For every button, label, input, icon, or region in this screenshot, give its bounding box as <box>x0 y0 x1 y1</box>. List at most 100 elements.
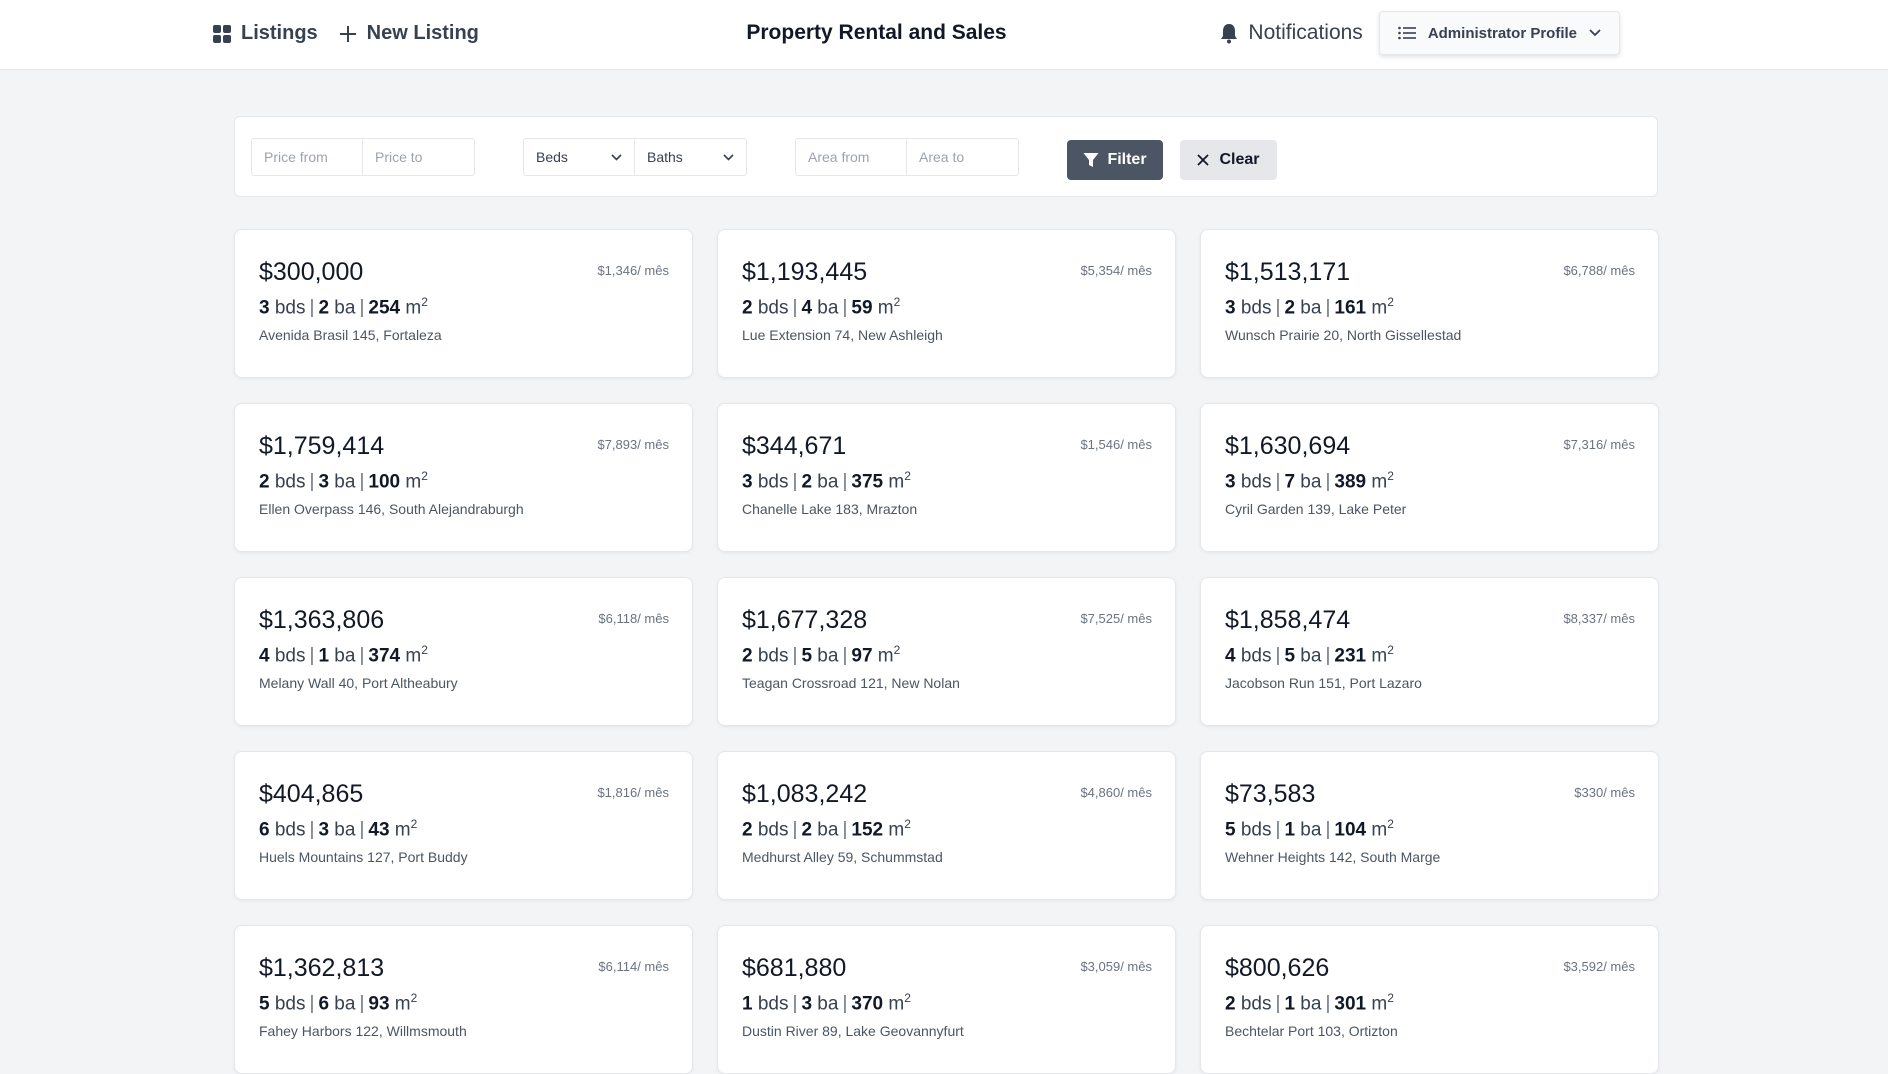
area-unit: m <box>888 993 905 1015</box>
separator: | <box>309 819 315 841</box>
area-value: 370 <box>851 993 884 1015</box>
baths-unit: ba <box>817 993 839 1015</box>
baths-select[interactable]: Baths <box>635 138 747 176</box>
per-month-label: / mês <box>1120 959 1152 974</box>
separator: | <box>1275 993 1281 1015</box>
listing-card[interactable]: $1,858,474 $8,337/ mês 4 bds | 5 ba | 231 m2 Ja… <box>1200 577 1659 726</box>
separator: | <box>1275 297 1281 319</box>
notifications-link[interactable]: Notifications <box>1220 21 1363 45</box>
beds-select[interactable]: Beds <box>523 138 635 176</box>
beds-unit: bds <box>757 993 789 1015</box>
per-month-label: / mês <box>637 437 669 452</box>
area-unit-exponent: 2 <box>410 991 418 1005</box>
separator: | <box>792 645 798 667</box>
listing-monthly-price: $7,316/ mês <box>1563 437 1635 452</box>
baths-unit: ba <box>1300 471 1322 493</box>
filter-button[interactable]: Filter <box>1067 140 1163 180</box>
listing-card[interactable]: $1,630,694 $7,316/ mês 3 bds | 7 ba | 389 m2 Cy… <box>1200 403 1659 552</box>
area-unit-exponent: 2 <box>421 295 428 309</box>
monthly-amount: $6,114 <box>598 959 638 974</box>
area-unit: m <box>1371 297 1388 319</box>
listing-card[interactable]: $681,880 $3,059/ mês 1 bds | 3 ba | 370 m2 Dust… <box>717 925 1176 1074</box>
area-unit: m <box>1371 645 1388 667</box>
beds-count: 3 <box>259 297 270 319</box>
listing-monthly-price: $5,354/ mês <box>1080 263 1152 278</box>
separator: | <box>792 819 798 841</box>
area-value: 43 <box>368 819 390 841</box>
clear-button[interactable]: Clear <box>1180 140 1277 180</box>
listing-monthly-price: $4,860/ mês <box>1080 785 1152 800</box>
beds-unit: bds <box>757 471 789 493</box>
admin-profile-dropdown[interactable]: Administrator Profile <box>1378 11 1620 55</box>
listing-address: Ellen Overpass 146, South Alejandraburgh <box>259 501 524 518</box>
listing-card[interactable]: $1,362,813 $6,114/ mês 5 bds | 6 ba | 93 m2 Fah… <box>234 925 693 1074</box>
price-from-input[interactable] <box>251 138 363 176</box>
separator: | <box>1275 819 1281 841</box>
listing-card[interactable]: $1,677,328 $7,525/ mês 2 bds | 5 ba | 97 m2 Tea… <box>717 577 1176 726</box>
beds-select-label: Beds <box>536 149 568 165</box>
listing-card[interactable]: $800,626 $3,592/ mês 2 bds | 1 ba | 301 m2 Bech… <box>1200 925 1659 1074</box>
separator: | <box>359 645 365 667</box>
per-month-label: / mês <box>1603 611 1635 626</box>
baths-unit: ba <box>1300 297 1322 319</box>
chevron-down-icon <box>723 153 734 161</box>
listing-card[interactable]: $73,583 $330/ mês 5 bds | 1 ba | 104 m2 Wehner … <box>1200 751 1659 900</box>
monthly-amount: $3,592 <box>1563 959 1604 974</box>
monthly-amount: $6,118 <box>598 611 638 626</box>
listing-card[interactable]: $1,759,414 $7,893/ mês 2 bds | 3 ba | 100 m2 El… <box>234 403 693 552</box>
monthly-amount: $5,354 <box>1080 263 1121 278</box>
area-unit: m <box>877 645 894 667</box>
listing-price: $73,583 <box>1225 780 1316 808</box>
area-from-input[interactable] <box>795 138 907 176</box>
listing-card[interactable]: $300,000 $1,346/ mês 3 bds | 2 ba | 254 m2 Aven… <box>234 229 693 378</box>
separator: | <box>792 297 798 319</box>
area-unit: m <box>394 819 411 841</box>
per-month-label: / mês <box>1603 263 1635 278</box>
separator: | <box>842 993 848 1015</box>
area-unit: m <box>1371 471 1388 493</box>
separator: | <box>359 471 365 493</box>
beds-count: 4 <box>259 645 270 667</box>
area-unit: m <box>405 645 422 667</box>
listing-card[interactable]: $1,513,171 $6,788/ mês 3 bds | 2 ba | 161 m2 Wu… <box>1200 229 1659 378</box>
listing-specs: 2 bds | 4 ba | 59 m2 <box>742 289 1151 321</box>
baths-count: 2 <box>801 819 813 841</box>
per-month-label: / mês <box>1120 263 1152 278</box>
listing-specs: 4 bds | 5 ba | 231 m2 <box>1225 637 1634 669</box>
separator: | <box>1325 297 1331 319</box>
separator: | <box>309 645 315 667</box>
chevron-down-icon <box>611 153 622 161</box>
beds-count: 2 <box>1225 993 1236 1015</box>
monthly-amount: $7,893 <box>597 437 638 452</box>
separator: | <box>792 993 798 1015</box>
baths-unit: ba <box>334 471 356 493</box>
baths-count: 1 <box>318 645 330 667</box>
beds-count: 2 <box>742 645 753 667</box>
price-to-input[interactable] <box>363 138 475 176</box>
baths-count: 1 <box>1284 993 1296 1015</box>
listing-card[interactable]: $1,193,445 $5,354/ mês 2 bds | 4 ba | 59 m2 Lue… <box>717 229 1176 378</box>
area-value: 375 <box>851 471 884 493</box>
baths-count: 3 <box>318 819 330 841</box>
nav-right: Notifications Administrator Profile <box>1220 11 1620 55</box>
listing-specs: 2 bds | 3 ba | 100 m2 <box>259 463 668 495</box>
baths-count: 2 <box>1284 297 1296 319</box>
beds-count: 2 <box>259 471 270 493</box>
listing-card[interactable]: $1,363,806 $6,118/ mês 4 bds | 1 ba | 374 m2 Me… <box>234 577 693 726</box>
listing-card[interactable]: $404,865 $1,816/ mês 6 bds | 3 ba | 43 m2 Huels… <box>234 751 693 900</box>
baths-count: 6 <box>318 993 330 1015</box>
listing-monthly-price: $7,525/ mês <box>1080 611 1152 626</box>
listing-card[interactable]: $1,083,242 $4,860/ mês 2 bds | 2 ba | 152 m2 Me… <box>717 751 1176 900</box>
listing-card[interactable]: $344,671 $1,546/ mês 3 bds | 2 ba | 375 m2 Chan… <box>717 403 1176 552</box>
beds-count: 4 <box>1225 645 1236 667</box>
per-month-label: / mês <box>1603 959 1635 974</box>
listing-specs: 6 bds | 3 ba | 43 m2 <box>259 811 668 843</box>
baths-count: 3 <box>318 471 330 493</box>
area-unit-exponent: 2 <box>1387 991 1394 1005</box>
monthly-amount: $3,059 <box>1080 959 1121 974</box>
separator: | <box>359 297 365 319</box>
monthly-amount: $7,525 <box>1080 611 1121 626</box>
area-to-input[interactable] <box>907 138 1019 176</box>
listing-specs: 3 bds | 2 ba | 161 m2 <box>1225 289 1634 321</box>
area-unit: m <box>877 297 894 319</box>
